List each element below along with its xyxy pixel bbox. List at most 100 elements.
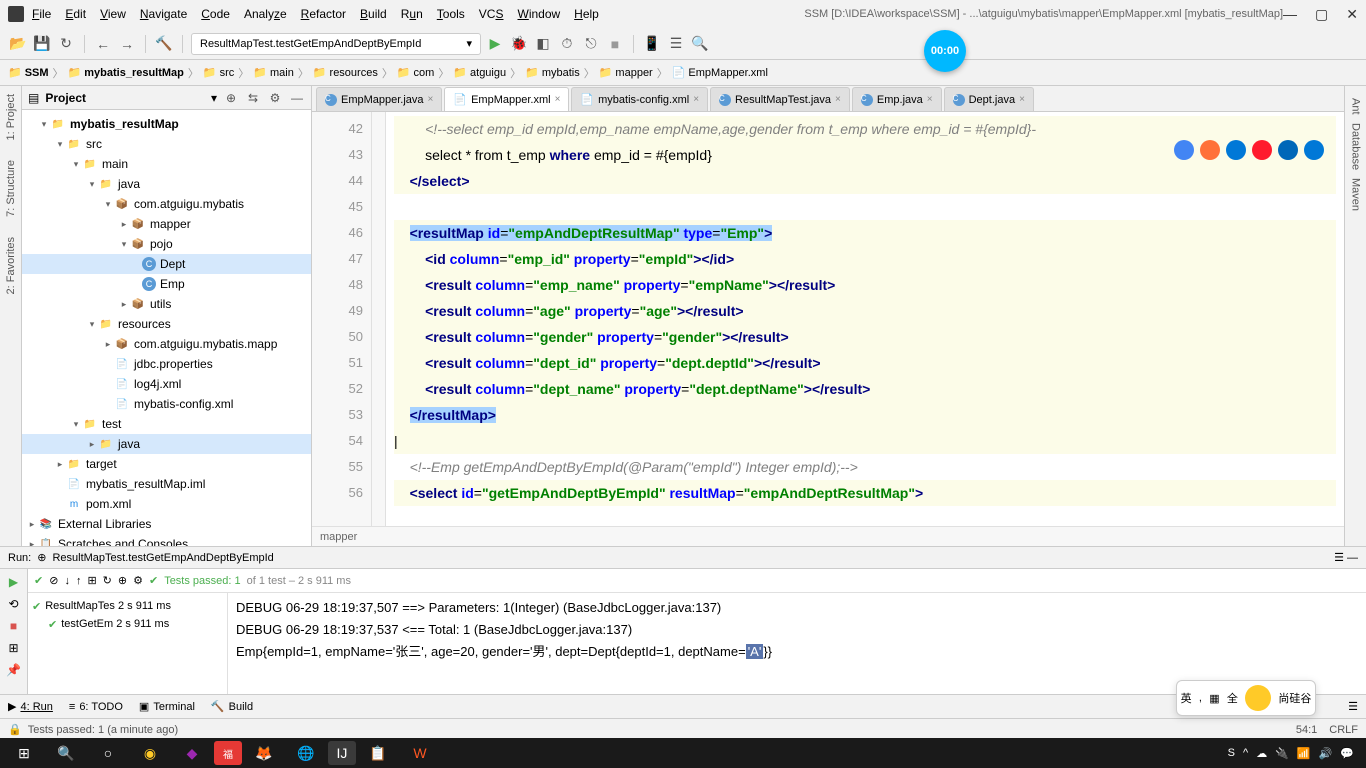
tab-todo[interactable]: ≡ 6: TODO [69, 701, 123, 713]
crumb-file[interactable]: 📄 EmpMapper.xml [672, 66, 768, 79]
tree-java[interactable]: ▾📁java [22, 174, 311, 194]
project-tree[interactable]: ▾📁mybatis_resultMap ▾📁src ▾📁main ▾📁java … [22, 110, 311, 546]
rerun-button[interactable]: ▶ [5, 573, 23, 591]
side-tab-ant[interactable]: Ant [1350, 94, 1362, 119]
refresh-icon[interactable]: ↻ [56, 34, 76, 54]
tree-emp[interactable]: CEmp [22, 274, 311, 294]
menu-build[interactable]: Build [360, 7, 387, 21]
edge-icon[interactable] [1304, 140, 1324, 160]
tab-mybatis-config[interactable]: 📄mybatis-config.xml× [571, 87, 708, 111]
minimize-button[interactable]: — [1283, 6, 1297, 23]
tree-scratches[interactable]: ▸📋Scratches and Consoles [22, 534, 311, 546]
tree-log4j[interactable]: 📄log4j.xml [22, 374, 311, 394]
avd-icon[interactable]: 📱 [642, 34, 662, 54]
run-config-selector[interactable]: ResultMapTest.testGetEmpAndDeptByEmpId ▾ [191, 33, 481, 55]
tree-module[interactable]: ▾📁mybatis_resultMap [22, 114, 311, 134]
menu-vcs[interactable]: VCS [479, 7, 504, 21]
timer-badge[interactable]: 00:00 [924, 30, 966, 72]
search-icon[interactable]: 🔍 [690, 34, 710, 54]
tree-mapper[interactable]: ▸📦mapper [22, 214, 311, 234]
tab-build[interactable]: 🔨 Build [211, 700, 253, 713]
side-tab-project[interactable]: 1: Project [5, 94, 17, 140]
menu-tools[interactable]: Tools [437, 7, 465, 21]
tree-test[interactable]: ▾📁test [22, 414, 311, 434]
start-button[interactable]: ⊞ [4, 739, 44, 767]
crumb-module[interactable]: 📁 mybatis_resultMap [68, 66, 184, 79]
chrome-icon[interactable] [1174, 140, 1194, 160]
tab-empmapper-java[interactable]: CEmpMapper.java× [316, 87, 442, 111]
side-tab-favorites[interactable]: 2: Favorites [5, 237, 17, 294]
crumb-src[interactable]: 📁 src [203, 66, 234, 79]
run-button[interactable]: ▶ [485, 34, 505, 54]
tab-terminal[interactable]: ▣ Terminal [139, 700, 195, 713]
crumb-mapper[interactable]: 📁 mapper [599, 66, 653, 79]
menu-run[interactable]: Run [401, 7, 423, 21]
side-tab-database[interactable]: Database [1350, 119, 1362, 174]
tray-volume-icon[interactable]: 🔊 [1319, 747, 1333, 760]
code-content[interactable]: <!--select emp_id empId,emp_name empName… [386, 112, 1344, 526]
tree-pojo[interactable]: ▾📦pojo [22, 234, 311, 254]
menu-help[interactable]: Help [574, 7, 599, 21]
back-icon[interactable]: ← [93, 34, 113, 54]
settings-icon[interactable]: ⚙ [267, 91, 283, 105]
toggle-button[interactable]: ⟲ [5, 595, 23, 613]
crumb-resources[interactable]: 📁 resources [313, 66, 378, 79]
task-app-1[interactable]: ◉ [130, 739, 170, 767]
crumb-atguigu[interactable]: 📁 atguigu [453, 66, 506, 79]
task-app-2[interactable]: ◆ [172, 739, 212, 767]
tree-resources[interactable]: ▾📁resources [22, 314, 311, 334]
ie-icon[interactable] [1278, 140, 1298, 160]
task-app-5[interactable]: W [400, 739, 440, 767]
forward-icon[interactable]: → [117, 34, 137, 54]
tree-main[interactable]: ▾📁main [22, 154, 311, 174]
tab-emp-java[interactable]: CEmp.java× [852, 87, 942, 111]
tray-icon[interactable]: 🔌 [1275, 747, 1289, 760]
debug-button[interactable]: 🐞 [509, 34, 529, 54]
tray-icon[interactable]: 📶 [1297, 747, 1311, 760]
close-button[interactable]: ✕ [1346, 6, 1358, 23]
expand-icon[interactable]: ⇆ [245, 91, 261, 105]
safari-icon[interactable] [1226, 140, 1246, 160]
tab-dept-java[interactable]: CDept.java× [944, 87, 1034, 111]
build-icon[interactable]: 🔨 [154, 34, 174, 54]
tray-notification-icon[interactable]: 💬 [1340, 747, 1354, 760]
menu-edit[interactable]: Edit [65, 7, 86, 21]
tray-icon[interactable]: S [1228, 747, 1235, 759]
menu-view[interactable]: View [100, 7, 126, 21]
tree-res-pkg[interactable]: ▸📦com.atguigu.mybatis.mapp [22, 334, 311, 354]
menu-analyze[interactable]: Analyze [244, 7, 287, 21]
layout-button[interactable]: ⊞ [5, 639, 23, 657]
tree-pkg[interactable]: ▾📦com.atguigu.mybatis [22, 194, 311, 214]
search-button[interactable]: 🔍 [46, 739, 86, 767]
tree-test-java[interactable]: ▸📁java [22, 434, 311, 454]
firefox-icon[interactable] [1200, 140, 1220, 160]
tree-jdbc[interactable]: 📄jdbc.properties [22, 354, 311, 374]
open-icon[interactable]: 📂 [8, 34, 28, 54]
menu-code[interactable]: Code [201, 7, 230, 21]
tree-target[interactable]: ▸📁target [22, 454, 311, 474]
tab-resultmaptest[interactable]: CResultMapTest.java× [710, 87, 850, 111]
attach-button[interactable]: ⎋ [581, 34, 601, 54]
hide-icon[interactable]: — [289, 91, 305, 105]
tree-extlib[interactable]: ▸📚External Libraries [22, 514, 311, 534]
structure-icon[interactable]: ☰ [666, 34, 686, 54]
menu-file[interactable]: File [32, 7, 51, 21]
event-log-icon[interactable]: ☰ [1348, 700, 1358, 713]
tree-pom[interactable]: mpom.xml [22, 494, 311, 514]
tree-dept[interactable]: CDept [22, 254, 311, 274]
tree-mybatis-cfg[interactable]: 📄mybatis-config.xml [22, 394, 311, 414]
stop-run-button[interactable]: ■ [5, 617, 23, 635]
crumb-ssm[interactable]: 📁 SSM [8, 66, 49, 79]
collapse-icon[interactable]: ⊕ [223, 91, 239, 105]
test-tree[interactable]: ✔ResultMapTes 2 s 911 ms ✔testGetEm 2 s … [28, 593, 228, 694]
console-output[interactable]: DEBUG 06-29 18:19:37,507 ==> Parameters:… [228, 593, 1366, 694]
tray-icon[interactable]: ^ [1243, 747, 1248, 759]
cortana-button[interactable]: ○ [88, 739, 128, 767]
menu-window[interactable]: Window [517, 7, 560, 21]
task-app-3[interactable]: 福 [214, 741, 242, 765]
tree-utils[interactable]: ▸📦utils [22, 294, 311, 314]
maximize-button[interactable]: ▢ [1315, 6, 1328, 23]
stop-button[interactable]: ■ [605, 34, 625, 54]
menu-navigate[interactable]: Navigate [140, 7, 187, 21]
code-editor[interactable]: 42 43 44 45 46 47 48 49 50 51 52 53 54 5… [312, 112, 1344, 526]
